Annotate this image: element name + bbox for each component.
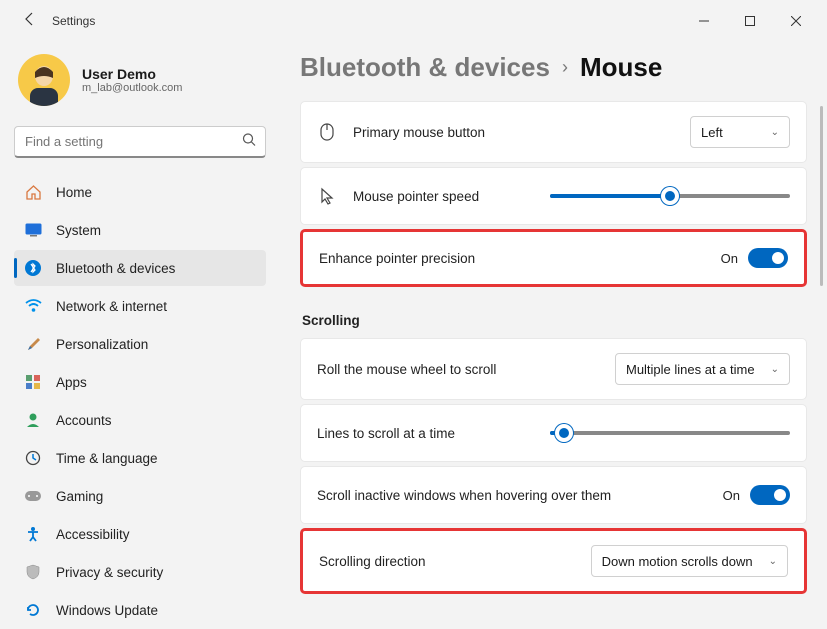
breadcrumb-current: Mouse bbox=[580, 52, 662, 83]
panel-label: Mouse pointer speed bbox=[353, 189, 550, 204]
back-button[interactable] bbox=[22, 11, 38, 32]
scroll-direction-dropdown[interactable]: Down motion scrolls down ⌄ bbox=[591, 545, 788, 577]
panel-lines-scroll: Lines to scroll at a time bbox=[300, 404, 807, 462]
main-content: Bluetooth & devices › Mouse Primary mous… bbox=[280, 42, 827, 629]
user-block[interactable]: User Demo m_lab@outlook.com bbox=[14, 50, 266, 120]
maximize-button[interactable] bbox=[727, 5, 773, 37]
user-email: m_lab@outlook.com bbox=[82, 82, 182, 94]
chevron-right-icon: › bbox=[562, 57, 568, 78]
breadcrumb: Bluetooth & devices › Mouse bbox=[300, 52, 807, 83]
bluetooth-icon bbox=[24, 259, 42, 277]
system-icon bbox=[24, 221, 42, 239]
person-icon bbox=[24, 411, 42, 429]
pointer-speed-slider[interactable] bbox=[550, 194, 790, 198]
dropdown-value: Multiple lines at a time bbox=[626, 362, 755, 377]
scroll-inactive-toggle[interactable] bbox=[750, 485, 790, 505]
nav-label: Gaming bbox=[56, 489, 103, 504]
nav-label: Apps bbox=[56, 375, 87, 390]
nav-label: Accessibility bbox=[56, 527, 130, 542]
close-button[interactable] bbox=[773, 5, 819, 37]
primary-button-dropdown[interactable]: Left ⌄ bbox=[690, 116, 790, 148]
mouse-icon bbox=[317, 123, 337, 141]
panel-enhance-precision: Enhance pointer precision On bbox=[300, 229, 807, 287]
app-title: Settings bbox=[52, 14, 95, 28]
nav-label: Personalization bbox=[56, 337, 148, 352]
minimize-button[interactable] bbox=[681, 5, 727, 37]
nav-label: Windows Update bbox=[56, 603, 158, 618]
chevron-down-icon: ⌄ bbox=[771, 127, 779, 138]
nav-home[interactable]: Home bbox=[14, 174, 266, 210]
nav-system[interactable]: System bbox=[14, 212, 266, 248]
shield-icon bbox=[24, 563, 42, 581]
enhance-precision-toggle[interactable] bbox=[748, 248, 788, 268]
brush-icon bbox=[24, 335, 42, 353]
panel-pointer-speed: Mouse pointer speed bbox=[300, 167, 807, 225]
update-icon bbox=[24, 601, 42, 619]
clock-icon bbox=[24, 449, 42, 467]
nav-accessibility[interactable]: Accessibility bbox=[14, 516, 266, 552]
nav-label: Accounts bbox=[56, 413, 112, 428]
accessibility-icon bbox=[24, 525, 42, 543]
nav-bluetooth[interactable]: Bluetooth & devices bbox=[14, 250, 266, 286]
nav-label: Network & internet bbox=[56, 299, 167, 314]
cursor-icon bbox=[317, 187, 337, 205]
scrollbar[interactable] bbox=[820, 106, 823, 286]
avatar bbox=[18, 54, 70, 106]
breadcrumb-parent[interactable]: Bluetooth & devices bbox=[300, 52, 550, 83]
nav-label: Privacy & security bbox=[56, 565, 163, 580]
nav-label: Time & language bbox=[56, 451, 158, 466]
panel-label: Enhance pointer precision bbox=[319, 251, 721, 266]
nav-privacy[interactable]: Privacy & security bbox=[14, 554, 266, 590]
dropdown-value: Down motion scrolls down bbox=[602, 554, 753, 569]
gamepad-icon bbox=[24, 487, 42, 505]
panel-roll-wheel: Roll the mouse wheel to scroll Multiple … bbox=[300, 338, 807, 400]
wifi-icon bbox=[24, 297, 42, 315]
search-wrap bbox=[14, 126, 266, 158]
nav-gaming[interactable]: Gaming bbox=[14, 478, 266, 514]
panel-primary-button: Primary mouse button Left ⌄ bbox=[300, 101, 807, 163]
chevron-down-icon: ⌄ bbox=[769, 556, 777, 567]
panel-scroll-direction: Scrolling direction Down motion scrolls … bbox=[300, 528, 807, 594]
nav-apps[interactable]: Apps bbox=[14, 364, 266, 400]
nav-network[interactable]: Network & internet bbox=[14, 288, 266, 324]
search-icon bbox=[242, 133, 256, 152]
panel-label: Primary mouse button bbox=[353, 125, 690, 140]
lines-scroll-slider[interactable] bbox=[550, 431, 790, 435]
panel-label: Scroll inactive windows when hovering ov… bbox=[317, 488, 723, 503]
panel-scroll-inactive: Scroll inactive windows when hovering ov… bbox=[300, 466, 807, 524]
nav-personalization[interactable]: Personalization bbox=[14, 326, 266, 362]
titlebar: Settings bbox=[0, 0, 827, 42]
nav-label: Bluetooth & devices bbox=[56, 261, 175, 276]
section-scrolling-title: Scrolling bbox=[302, 313, 807, 328]
roll-wheel-dropdown[interactable]: Multiple lines at a time ⌄ bbox=[615, 353, 790, 385]
apps-icon bbox=[24, 373, 42, 391]
home-icon bbox=[24, 183, 42, 201]
nav-update[interactable]: Windows Update bbox=[14, 592, 266, 628]
panel-label: Lines to scroll at a time bbox=[317, 426, 550, 441]
nav-accounts[interactable]: Accounts bbox=[14, 402, 266, 438]
nav-label: Home bbox=[56, 185, 92, 200]
toggle-state: On bbox=[721, 251, 738, 266]
panel-label: Roll the mouse wheel to scroll bbox=[317, 362, 615, 377]
chevron-down-icon: ⌄ bbox=[771, 364, 779, 375]
nav-time[interactable]: Time & language bbox=[14, 440, 266, 476]
nav-list: Home System Bluetooth & devices Network … bbox=[14, 174, 266, 628]
panel-label: Scrolling direction bbox=[319, 554, 591, 569]
nav-label: System bbox=[56, 223, 101, 238]
dropdown-value: Left bbox=[701, 125, 723, 140]
search-input[interactable] bbox=[14, 126, 266, 158]
user-name: User Demo bbox=[82, 66, 182, 82]
sidebar: User Demo m_lab@outlook.com Home System … bbox=[0, 42, 280, 629]
toggle-state: On bbox=[723, 488, 740, 503]
